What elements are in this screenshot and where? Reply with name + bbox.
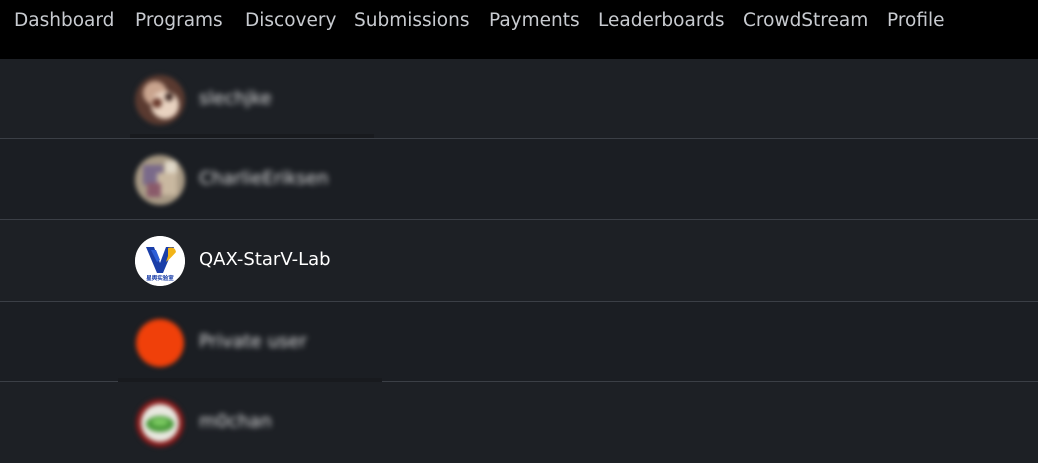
starv-logo-text: 星舆实验室 [146, 274, 174, 282]
list-item[interactable]: Private user [0, 302, 1038, 382]
green-leaf-avatar-icon[interactable] [135, 398, 185, 448]
list-item[interactable]: m0chan [0, 382, 1038, 463]
nav-leaderboards[interactable]: Leaderboards [598, 9, 725, 33]
username[interactable]: m0chan [199, 410, 272, 434]
starv-lab-logo-avatar-icon[interactable]: 星舆实验室 [135, 236, 185, 286]
pixelated-photo-avatar-icon[interactable] [135, 155, 185, 205]
orange-circle-avatar-icon[interactable] [135, 318, 185, 368]
nav-crowdstream[interactable]: CrowdStream [743, 9, 868, 33]
list-item[interactable]: CharlieEriksen [0, 139, 1038, 220]
list-item[interactable]: 星舆实验室 QAX-StarV-Lab [0, 220, 1038, 302]
username[interactable]: QAX-StarV-Lab [199, 248, 331, 272]
nav-submissions[interactable]: Submissions [354, 9, 469, 33]
username[interactable]: Private user [199, 330, 307, 354]
username[interactable]: slechjke [199, 87, 272, 111]
nav-profile[interactable]: Profile [887, 9, 945, 33]
cartoon-animal-avatar-icon[interactable] [135, 75, 185, 125]
username[interactable]: CharlieEriksen [199, 167, 329, 191]
leaderboard-user-list: slechjke CharlieEriksen 星舆实验室 QAX-StarV-… [0, 59, 1038, 463]
nav-programs[interactable]: Programs [135, 9, 223, 33]
nav-dashboard[interactable]: Dashboard [14, 9, 114, 33]
row-separator-shade [130, 134, 374, 138]
nav-payments[interactable]: Payments [489, 9, 580, 33]
nav-discovery[interactable]: Discovery [245, 9, 336, 33]
list-item[interactable]: slechjke [0, 59, 1038, 139]
top-navigation-bar: Dashboard Programs Discovery Submissions… [0, 0, 1038, 59]
